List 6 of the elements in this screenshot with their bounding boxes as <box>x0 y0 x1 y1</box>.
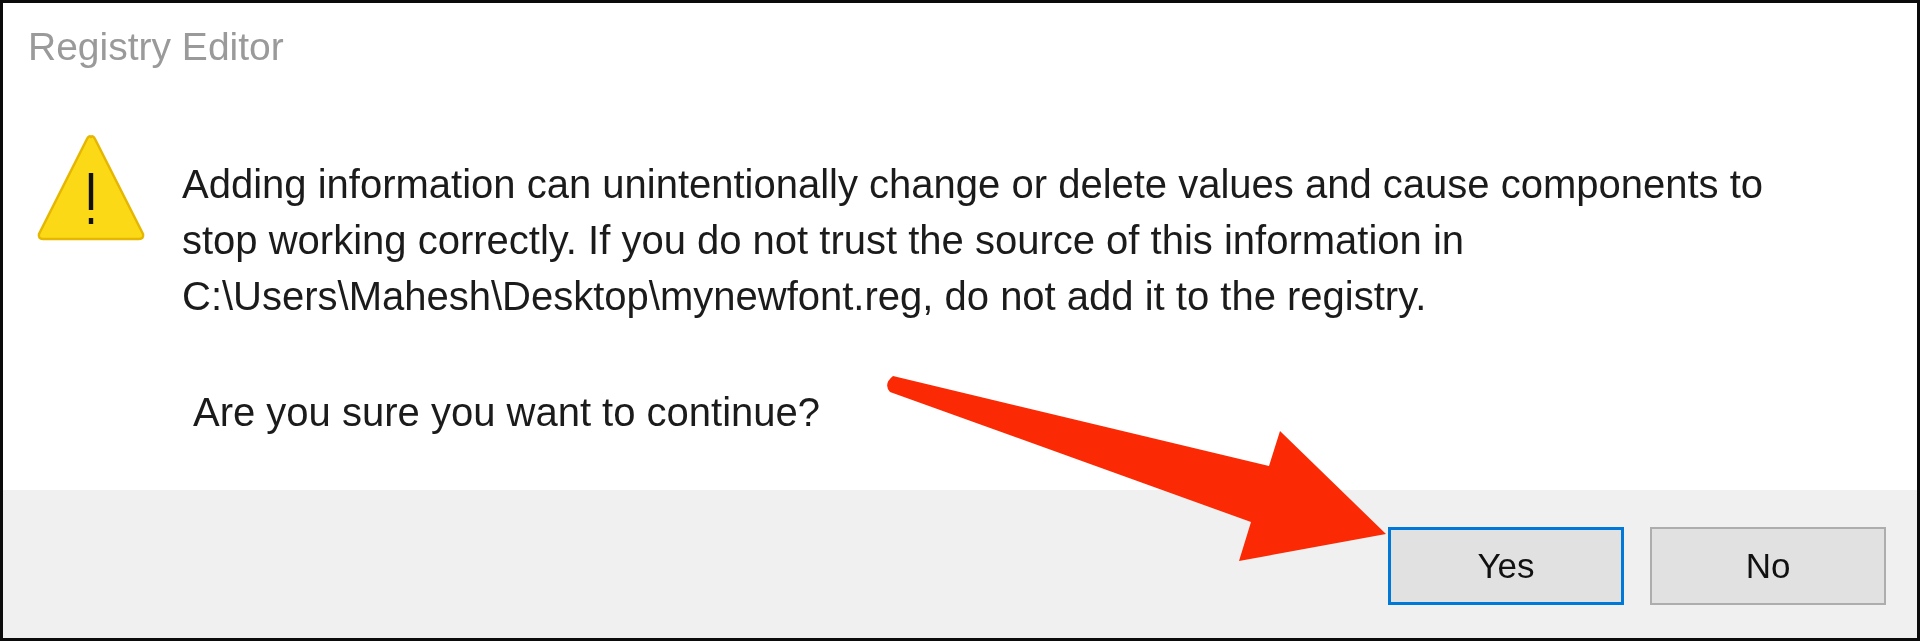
confirmation-question: Are you sure you want to continue? <box>193 389 821 436</box>
warning-icon <box>36 133 146 242</box>
dialog-button[interactable]: No <box>1650 527 1886 605</box>
dialog-button[interactable]: Yes <box>1388 527 1624 605</box>
warning-message: Adding information can unintentionally change or delete values and cause components to stop working correctly. If you do not trust the source of this information in C:\Users\Mahesh\Desktop\mynewfont.reg, do not add it to the registry. <box>182 161 1765 320</box>
window-title: Registry Editor <box>28 27 284 67</box>
